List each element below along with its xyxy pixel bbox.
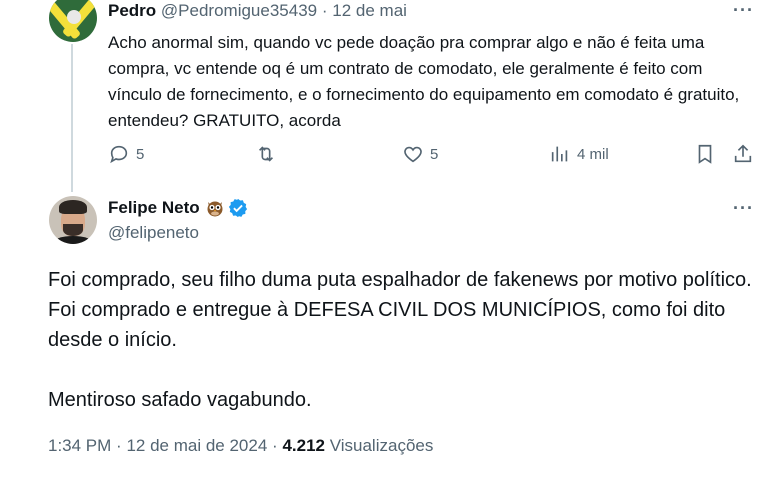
footer-separator: · [116, 436, 122, 455]
views-button[interactable]: 4 mil [549, 143, 609, 165]
author-handle[interactable]: @Pedromigue35439 [161, 1, 317, 20]
more-options-button[interactable]: ··· [733, 198, 754, 219]
reply-header: Pedro @Pedromigue35439 · 12 de mai [108, 1, 407, 21]
tweet-paragraph: Foi comprado, seu filho duma puta espalh… [48, 269, 752, 351]
more-options-button[interactable]: ··· [733, 0, 754, 21]
views-label: Visualizações [329, 436, 434, 455]
avatar[interactable] [49, 0, 97, 42]
author-handle[interactable]: @felipeneto [108, 222, 199, 244]
footer-separator: · [272, 436, 278, 455]
heart-icon [404, 146, 422, 163]
share-button[interactable] [732, 143, 754, 165]
meta-separator: · [321, 1, 328, 20]
bookmark-button[interactable] [694, 143, 716, 165]
author-row: Felipe Neto [108, 197, 248, 219]
tweet-date[interactable]: 12 de mai de 2024 [126, 436, 267, 455]
retweet-button[interactable] [255, 143, 277, 165]
like-button[interactable]: 5 [402, 143, 438, 165]
verified-badge-icon[interactable] [228, 198, 248, 218]
tweet-text: Foi comprado, seu filho duma puta espalh… [48, 265, 758, 415]
tweet-actions: 5 5 4 mil [0, 143, 776, 165]
views-count: 4.212 [282, 436, 325, 455]
author-name[interactable]: Felipe Neto [108, 197, 200, 219]
tweet-date[interactable]: 12 de mai [332, 1, 407, 20]
share-icon [734, 144, 752, 163]
retweet-icon [258, 146, 274, 162]
like-count: 5 [430, 145, 439, 163]
reply-tweet[interactable]: Pedro @Pedromigue35439 · 12 de mai ··· A… [0, 0, 776, 185]
avatar[interactable] [49, 196, 97, 244]
owl-emoji-icon [206, 199, 224, 217]
views-count: 4 mil [577, 145, 609, 163]
author-name[interactable]: Pedro [108, 1, 156, 20]
bookmark-icon [698, 144, 712, 164]
tweet-paragraph: Mentiroso safado vagabundo. [48, 389, 312, 411]
analytics-icon [551, 146, 568, 162]
tweet-time[interactable]: 1:34 PM [48, 436, 111, 455]
tweet-footer: 1:34 PM · 12 de mai de 2024 · 4.212 Visu… [48, 435, 433, 457]
reply-button[interactable]: 5 [108, 143, 144, 165]
reply-icon [110, 145, 128, 164]
reply-count: 5 [136, 145, 145, 163]
tweet-text: Acho anormal sim, quando vc pede doação … [108, 33, 740, 130]
